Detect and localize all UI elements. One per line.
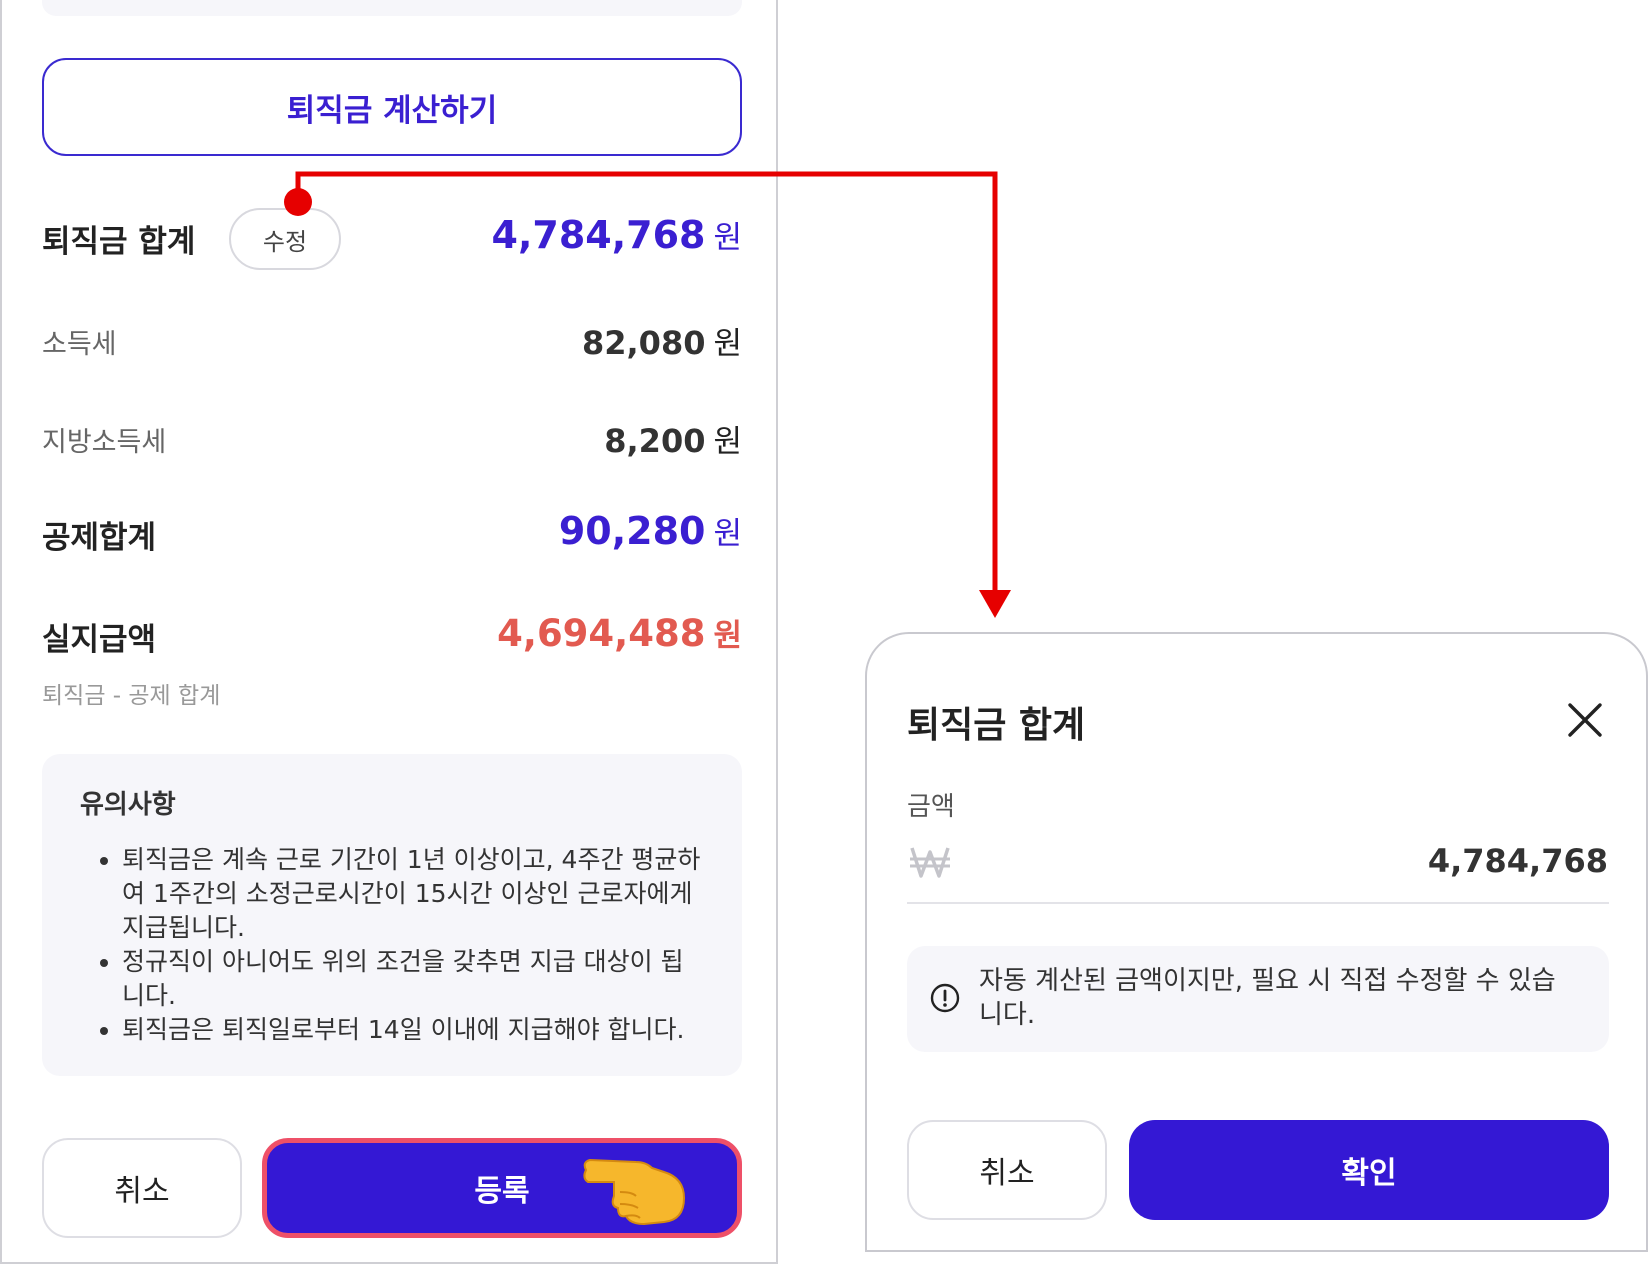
hand-pointer-icon <box>583 1158 686 1226</box>
notice-title: 유의사항 <box>80 790 176 820</box>
edit-total-modal: 퇴직금 합계 금액 4,784,768 자동 계산된 금액이지만, 필요 시 직… <box>865 632 1648 1252</box>
notice-item: 퇴직금은 계속 근로 기간이 1년 이상이고, 4주간 평균하여 1주간의 소정… <box>122 843 704 945</box>
info-text: 자동 계산된 금액이지만, 필요 시 직접 수정할 수 있습니다. <box>979 966 1556 1030</box>
severance-total-label: 퇴직금 합계 <box>42 224 196 260</box>
income-tax-amount: 82,080 원 <box>581 324 742 362</box>
amount-label: 금액 <box>907 792 955 822</box>
edit-total-button[interactable]: 수정 <box>229 208 341 270</box>
notice-list: 퇴직금은 계속 근로 기간이 1년 이상이고, 4주간 평균하여 1주간의 소정… <box>80 843 704 1047</box>
top-card-edge <box>42 0 742 16</box>
net-pay-row: 실지급액 4,694,488 원 <box>42 610 742 660</box>
annotation-arrowhead <box>979 590 1011 618</box>
deduction-total-row: 공제합계 90,280 원 <box>42 508 742 558</box>
income-tax-label: 소득세 <box>42 329 117 360</box>
notice-item: 정규직이 아니어도 위의 조건을 갖추면 지급 대상이 됩니다. <box>122 945 704 1013</box>
info-box: 자동 계산된 금액이지만, 필요 시 직접 수정할 수 있습니다. <box>907 946 1609 1052</box>
local-tax-amount: 8,200 원 <box>604 422 742 460</box>
net-pay-amount: 4,694,488 원 <box>497 612 742 655</box>
close-icon[interactable] <box>1567 702 1603 738</box>
local-tax-row: 지방소득세 8,200 원 <box>42 416 742 460</box>
info-icon <box>930 983 960 1013</box>
severance-screen: 퇴직금 계산하기 퇴직금 합계 4,784,768 원 수정 소득세 82,080… <box>0 0 778 1264</box>
notice-item: 퇴직금은 퇴직일로부터 14일 이내에 지급해야 합니다. <box>122 1013 704 1047</box>
calculate-severance-button[interactable]: 퇴직금 계산하기 <box>42 58 742 156</box>
local-tax-label: 지방소득세 <box>42 427 167 458</box>
severance-total-amount: 4,784,768 원 <box>491 213 743 257</box>
deduction-total-amount: 90,280 원 <box>558 509 742 553</box>
modal-title: 퇴직금 합계 <box>907 705 1086 746</box>
net-pay-caption: 퇴직금 - 공제 합계 <box>42 683 221 709</box>
deduction-total-label: 공제합계 <box>42 520 157 556</box>
amount-input[interactable]: 4,784,768 <box>1428 842 1608 880</box>
won-icon <box>910 847 950 878</box>
amount-input-underline <box>907 902 1609 904</box>
severance-total-row: 퇴직금 합계 4,784,768 원 <box>42 206 742 270</box>
modal-confirm-button[interactable]: 확인 <box>1129 1120 1609 1220</box>
income-tax-row: 소득세 82,080 원 <box>42 318 742 362</box>
modal-cancel-button[interactable]: 취소 <box>907 1120 1107 1220</box>
cancel-button[interactable]: 취소 <box>42 1138 242 1238</box>
net-pay-label: 실지급액 <box>42 622 157 658</box>
notice-box: 유의사항 퇴직금은 계속 근로 기간이 1년 이상이고, 4주간 평균하여 1주… <box>42 754 742 1076</box>
